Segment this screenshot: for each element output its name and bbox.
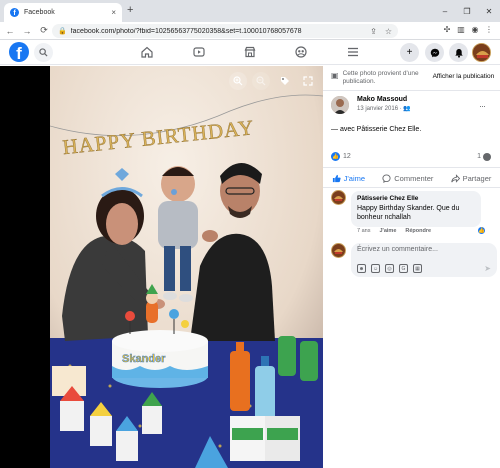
comment-text: Happy Birthday Skander. Que du bonheur n… <box>357 205 460 221</box>
notifications-bell-icon[interactable] <box>449 43 468 62</box>
notice-text: Cette photo provient d'une publication. <box>342 70 419 85</box>
marketplace-icon[interactable] <box>243 45 257 59</box>
comment-label: Commenter <box>394 173 434 183</box>
post-caption: — avec Pâtisserie Chez Elle. <box>331 126 422 133</box>
reload-button[interactable]: ⟳ <box>37 25 51 36</box>
tab-title: Facebook <box>24 9 55 16</box>
more-options-icon[interactable]: ··· <box>479 101 486 111</box>
share-page-icon[interactable]: ⇪ <box>370 27 377 36</box>
post-author: Mako Massoud 13 janvier 2016 · 👥 <box>331 96 411 114</box>
extensions-icon[interactable]: ✣ <box>440 25 454 34</box>
gif-icon[interactable]: G <box>399 264 408 273</box>
bookmark-star-icon[interactable]: ☆ <box>385 27 392 36</box>
maximize-button[interactable]: ❐ <box>456 0 478 22</box>
avatar-sticker-icon[interactable]: ☻ <box>357 264 366 273</box>
search-icon[interactable] <box>34 43 53 62</box>
comment-icon <box>382 173 391 183</box>
facebook-logo[interactable]: f <box>9 42 29 62</box>
groups-icon[interactable] <box>294 45 308 59</box>
lock-icon: 🔒 <box>58 28 67 35</box>
divider <box>323 90 500 91</box>
browser-tab-bar: f Facebook × + – ❐ ✕ <box>0 0 500 22</box>
friends-audience-icon: 👥 <box>403 106 411 112</box>
author-avatar[interactable] <box>331 96 349 114</box>
share-label: Partager <box>462 173 492 183</box>
comment-button[interactable]: Commenter <box>382 174 433 183</box>
post-date[interactable]: 13 janvier 2016 · <box>357 106 402 112</box>
thumbs-up-icon <box>332 174 341 182</box>
comment-like-reaction-icon[interactable]: 👍 <box>477 226 486 235</box>
create-plus-icon[interactable]: + <box>400 43 419 62</box>
comment-reply-link[interactable]: Répondre <box>405 228 431 234</box>
comment-input[interactable]: Écrivez un commentaire... ☻ ☺ ◎ G ▦ ➤ <box>351 243 497 277</box>
forward-button[interactable]: → <box>20 26 34 36</box>
zoom-in-icon[interactable] <box>229 72 247 90</box>
author-name[interactable]: Mako Massoud <box>357 96 411 103</box>
browser-tab[interactable]: f Facebook × <box>4 3 122 22</box>
commenter-name[interactable]: Pâtisserie Chez Elle <box>357 195 475 202</box>
sticker-icon[interactable]: ▦ <box>413 264 422 273</box>
window-controls: – ❐ ✕ <box>434 0 500 22</box>
account-avatar[interactable] <box>472 43 491 62</box>
new-tab-button[interactable]: + <box>127 4 133 16</box>
tag-icon[interactable] <box>276 72 294 90</box>
send-icon[interactable]: ➤ <box>484 264 491 273</box>
comments-count[interactable]: 1 <box>477 153 481 160</box>
comment-meta: 7 ans J'aime Répondre <box>357 228 487 234</box>
comment-like-link[interactable]: J'aime <box>379 228 396 234</box>
emoji-icon[interactable]: ☺ <box>371 264 380 273</box>
home-icon[interactable] <box>140 45 154 59</box>
tab-close-icon[interactable]: × <box>111 8 116 17</box>
cake-name: Skander <box>122 353 166 365</box>
profile-icon[interactable]: ◉ <box>468 25 482 34</box>
comment-bubble: Pâtisserie Chez Elle Happy Birthday Skan… <box>351 191 481 227</box>
share-button[interactable]: Partager <box>450 173 492 183</box>
like-reaction-icon: 👍 <box>331 152 340 161</box>
post-source-notice: ▣ Cette photo provient d'une publication… <box>331 70 497 86</box>
birthday-photo: HAPPY BIRTHDAY Skander <box>50 66 323 468</box>
messenger-icon[interactable] <box>425 43 444 62</box>
address-bar-row: ← → ⟳ 🔒 facebook.com/photo/?fbid=1025656… <box>0 22 500 40</box>
menu-icon[interactable] <box>346 45 360 59</box>
browser-menu-icon[interactable]: ⋮ <box>482 25 496 34</box>
back-button[interactable]: ← <box>3 26 17 36</box>
side-panel-icon[interactable]: ▥ <box>454 25 468 34</box>
info-icon: ▣ <box>331 71 339 80</box>
like-button[interactable]: J'aime <box>332 174 365 183</box>
url-text: facebook.com/photo/?fbid=102565637750203… <box>70 27 302 35</box>
url-input[interactable]: 🔒 facebook.com/photo/?fbid=1025656377502… <box>52 24 398 38</box>
comment-age[interactable]: 7 ans <box>357 228 370 234</box>
facebook-favicon-icon: f <box>10 8 19 17</box>
close-window-button[interactable]: ✕ <box>478 0 500 22</box>
share-icon <box>450 173 460 183</box>
likes-count[interactable]: 12 <box>343 153 351 160</box>
zoom-out-icon[interactable] <box>252 72 270 90</box>
like-label: J'aime <box>343 173 366 183</box>
post-actions: J'aime Commenter Partager <box>323 169 500 187</box>
camera-icon[interactable]: ◎ <box>385 264 394 273</box>
post-details-panel: ▣ Cette photo provient d'une publication… <box>323 66 500 468</box>
comment-placeholder: Écrivez un commentaire... <box>357 246 438 253</box>
reactions-summary: 👍 12 1 <box>331 152 491 161</box>
fullscreen-icon[interactable] <box>299 72 317 90</box>
photo-viewer: HAPPY BIRTHDAY Skander <box>0 66 323 468</box>
view-post-link[interactable]: Afficher la publication <box>433 73 495 80</box>
comment-bubble-icon <box>483 152 491 161</box>
video-icon[interactable] <box>192 45 206 59</box>
commenter-avatar[interactable] <box>331 190 346 205</box>
divider <box>323 167 500 168</box>
my-avatar <box>331 243 346 258</box>
divider <box>323 187 500 188</box>
minimize-button[interactable]: – <box>434 0 456 22</box>
